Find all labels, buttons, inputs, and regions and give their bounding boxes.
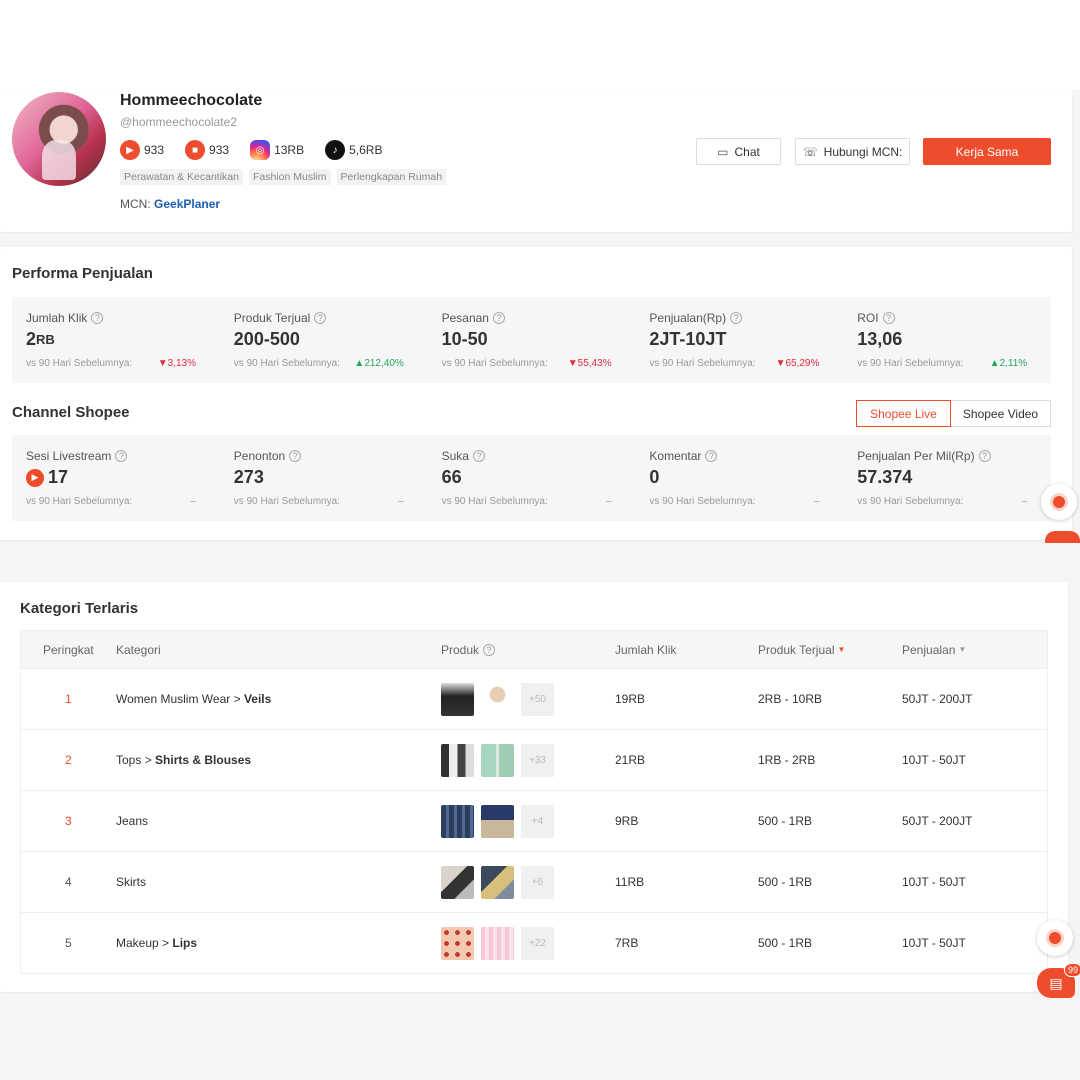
record-icon (1050, 493, 1068, 511)
top-categories-card: Kategori Terlaris Peringkat Kategori Pro… (0, 582, 1068, 992)
more-products[interactable]: +50 (521, 682, 554, 716)
table-row[interactable]: 5 Makeup > Lips +22 7RB 500 - 1RB 10JT -… (21, 912, 1047, 973)
help-icon[interactable]: ? (472, 450, 485, 462)
metric-comments: Komentar? 0 vs 90 Hari Sebelumnya: – (649, 449, 820, 507)
stat-tiktok: ♪ 5,6RB (325, 140, 382, 160)
metric-likes: Suka? 66 vs 90 Hari Sebelumnya: – (441, 449, 612, 507)
sort-down-icon: ▼ (837, 645, 846, 654)
help-icon[interactable]: ? (289, 450, 302, 462)
help-icon[interactable]: ? (730, 312, 743, 324)
product-thumbnail[interactable] (441, 926, 474, 960)
chat-unread-badge: 99 (1064, 963, 1080, 977)
table-row[interactable]: 4 Skirts +6 11RB 500 - 1RB 10JT - 50JT (21, 851, 1047, 912)
floating-record-button[interactable] (1041, 484, 1077, 520)
table-row[interactable]: 3 Jeans +4 9RB 500 - 1RB 50JT - 200JT (21, 790, 1047, 851)
stat-shopee-live: ▶ 933 (120, 140, 164, 160)
categories-title: Kategori Terlaris (20, 600, 139, 617)
channel-toggle: Shopee Live Shopee Video (856, 400, 1051, 427)
metric-sales-per-mil: Penjualan Per Mil(Rp)? 57.374 vs 90 Hari… (857, 449, 1028, 507)
channel-metrics: Sesi Livestream? ▶ 17 vs 90 Hari Sebelumn… (12, 435, 1051, 521)
tag: Fashion Muslim (249, 169, 331, 185)
shopee-video-icon: ■ (185, 140, 206, 160)
metric-products-sold: Produk Terjual? 200-500 vs 90 Hari Sebel… (233, 311, 404, 369)
performance-title: Performa Penjualan (12, 265, 153, 282)
collab-button[interactable]: Kerja Sama (923, 138, 1051, 165)
shop-handle: @hommeechocolate2 (120, 115, 237, 129)
stat-instagram: ◎ 13RB (250, 140, 304, 160)
live-icon: ▶ (26, 468, 44, 487)
metric-roi: ROI? 13,06 vs 90 Hari Sebelumnya: ▲2,11% (857, 311, 1028, 369)
headset-icon: ☏ (802, 144, 818, 159)
product-thumbnail[interactable] (441, 743, 474, 777)
stat-shopee-video: ■ 933 (185, 140, 229, 160)
tiktok-icon: ♪ (325, 140, 346, 160)
profile-card: Hommeechocolate @hommeechocolate2 ▶ 933 … (0, 90, 1072, 232)
help-icon[interactable]: ? (91, 312, 104, 324)
shop-name: Hommeechocolate (120, 92, 263, 109)
chat-widget-peek[interactable] (1045, 531, 1080, 543)
product-thumbnail[interactable] (441, 682, 474, 716)
category-tags: Perawatan & Kecantikan Fashion Muslim Pe… (120, 169, 452, 185)
performance-metrics: Jumlah Klik? 2 RB vs 90 Hari Sebelumnya: ▼… (12, 297, 1051, 383)
help-icon[interactable]: ? (115, 450, 128, 462)
help-icon[interactable]: ? (978, 450, 991, 462)
sort-sales[interactable]: Penjualan ▼ (902, 631, 966, 668)
metric-clicks: Jumlah Klik? 2 RB vs 90 Hari Sebelumnya: ▼… (26, 311, 196, 369)
categories-table: Peringkat Kategori Produk? Jumlah Klik P… (20, 630, 1048, 974)
help-icon[interactable]: ? (705, 450, 718, 462)
more-products[interactable]: +22 (521, 926, 554, 960)
social-stats: ▶ 933 ■ 933 ◎ 13RB ♪ 5,6RB (120, 140, 403, 160)
metric-orders: Pesanan? 10-50 vs 90 Hari Sebelumnya: ▼55… (441, 311, 612, 369)
metric-viewers: Penonton? 273 vs 90 Hari Sebelumnya: – (233, 449, 404, 507)
tag: Perlengkapan Rumah (336, 169, 447, 185)
mcn-link[interactable]: GeekPlaner (154, 197, 220, 211)
table-row[interactable]: 1 Women Muslim Wear > Veils +50 19RB 2RB… (21, 668, 1047, 729)
avatar[interactable] (12, 92, 106, 186)
metric-livestream-sessions: Sesi Livestream? ▶ 17 vs 90 Hari Sebelumn… (26, 449, 196, 507)
contact-mcn-button[interactable]: ☏ Hubungi MCN: (795, 138, 910, 165)
chat-icon: ▭ (717, 144, 729, 159)
tag: Perawatan & Kecantikan (120, 169, 243, 185)
performance-card: Performa Penjualan Jumlah Klik? 2 RB vs 9… (0, 247, 1072, 540)
chat-bubble-icon: ▤ (1049, 974, 1063, 991)
top-blank-area (0, 0, 1080, 90)
metric-sales: Penjualan(Rp)? 2JT-10JT vs 90 Hari Sebel… (649, 311, 820, 369)
help-icon[interactable]: ? (314, 312, 327, 324)
sort-products-sold[interactable]: Produk Terjual ▼ (758, 631, 845, 668)
product-thumbnail[interactable] (481, 804, 514, 838)
mcn-info: MCN: GeekPlaner (120, 197, 221, 211)
channel-title: Channel Shopee (12, 404, 130, 421)
product-thumbnail[interactable] (481, 926, 514, 960)
table-header: Peringkat Kategori Produk? Jumlah Klik P… (21, 631, 1047, 668)
help-icon[interactable]: ? (882, 312, 895, 324)
record-icon (1046, 929, 1064, 947)
help-icon[interactable]: ? (492, 312, 505, 324)
tab-shopee-video[interactable]: Shopee Video (951, 400, 1051, 427)
instagram-icon: ◎ (250, 140, 271, 160)
tab-shopee-live[interactable]: Shopee Live (856, 400, 951, 427)
help-icon[interactable]: ? (483, 643, 496, 656)
more-products[interactable]: +4 (521, 804, 554, 838)
product-thumbnail[interactable] (481, 743, 514, 777)
sort-down-icon: ▼ (958, 645, 967, 654)
product-thumbnail[interactable] (441, 804, 474, 838)
table-row[interactable]: 2 Tops > Shirts & Blouses +33 21RB 1RB -… (21, 729, 1047, 790)
floating-record-button[interactable] (1037, 920, 1073, 956)
product-thumbnail[interactable] (441, 865, 474, 899)
product-thumbnail[interactable] (481, 865, 514, 899)
chat-button[interactable]: ▭ Chat (696, 138, 781, 165)
more-products[interactable]: +33 (521, 743, 554, 777)
more-products[interactable]: +6 (521, 865, 554, 899)
shopee-live-icon: ▶ (120, 140, 140, 160)
product-thumbnail[interactable] (481, 682, 514, 716)
